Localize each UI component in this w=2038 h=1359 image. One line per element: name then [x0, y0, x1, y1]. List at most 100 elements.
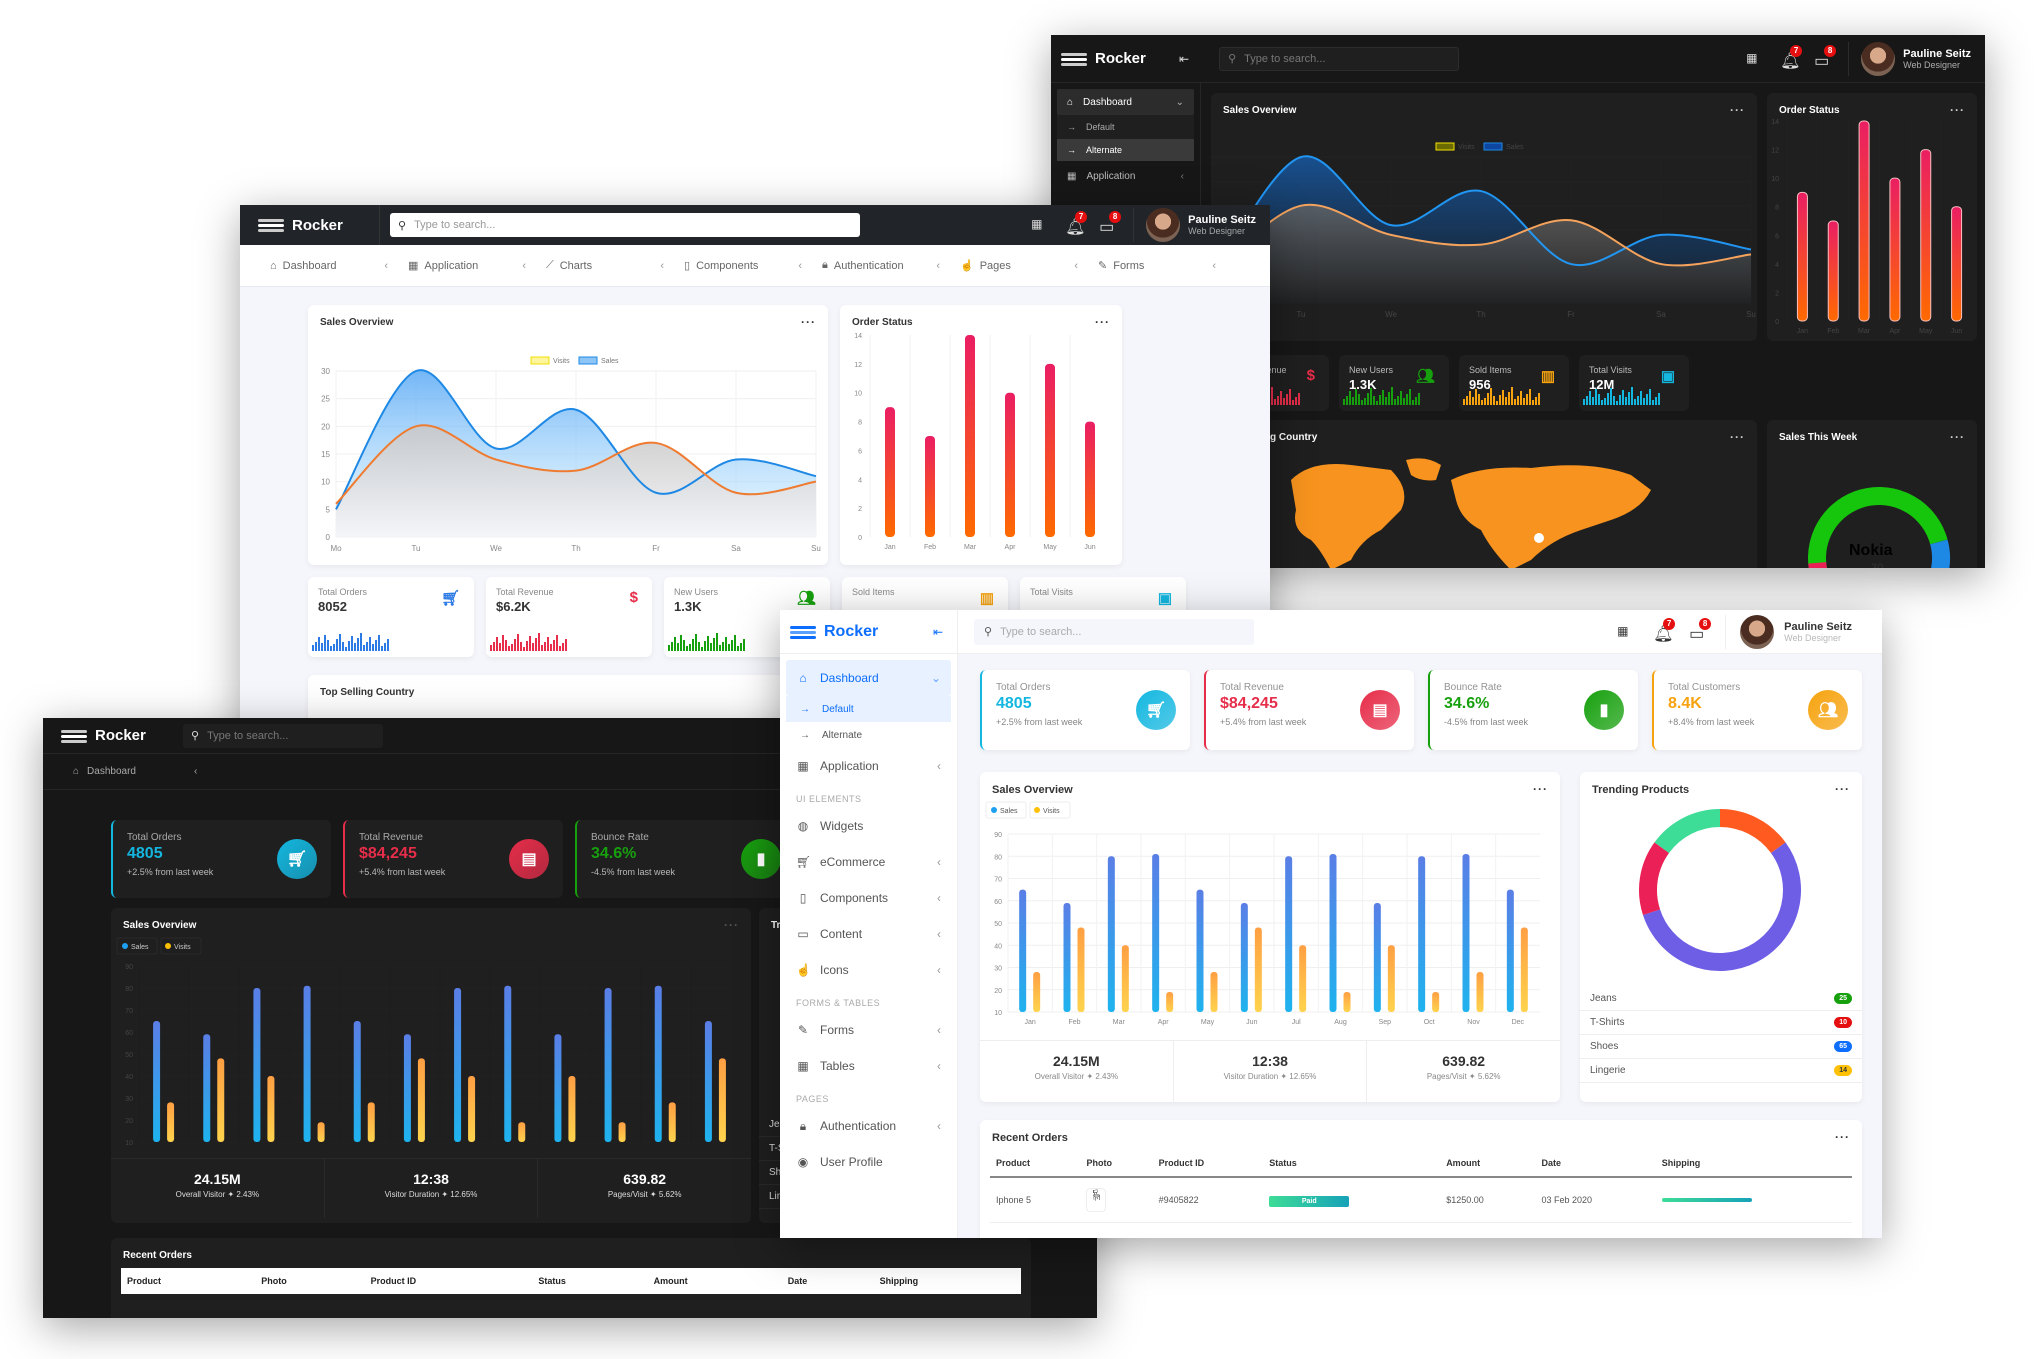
nav-item-components[interactable]: ▯ Components ‹ — [684, 259, 822, 273]
spark-bar — [490, 645, 492, 651]
y-tick-label: 90 — [994, 832, 1002, 839]
spark-bar — [1490, 388, 1492, 405]
sidebar-item-tables[interactable]: ▦ Tables ‹ — [786, 1048, 951, 1084]
sidebar-item-ecommerce[interactable]: 🛒︎ eCommerce ‹ — [786, 844, 951, 880]
cookie-icon: ◍ — [797, 819, 809, 833]
brand-logo[interactable]: Rocker — [1051, 50, 1171, 67]
collapse-sidebar-icon[interactable]: ⇤ — [933, 625, 943, 639]
spark-bar — [1583, 399, 1585, 405]
nav-item-forms[interactable]: ✎ Forms ‹ — [1098, 259, 1236, 273]
sidebar-item-authentication[interactable]: 🔒︎ Authentication ‹ — [786, 1108, 951, 1144]
spark-bar — [1508, 392, 1510, 405]
brand-logo[interactable]: Rocker — [43, 727, 153, 744]
sidebar-item-components[interactable]: ▯ Components ‹ — [786, 880, 951, 916]
list-item-label: Lingerie — [1590, 1065, 1626, 1076]
camera-icon: ▣ — [1157, 590, 1172, 607]
legend-dot-sales — [122, 943, 128, 949]
user-menu[interactable]: Pauline Seitz Web Designer — [1133, 208, 1256, 242]
sidebar-item-dashboard[interactable]: ⌂ Dashboard ⌄ — [1057, 89, 1194, 115]
sidebar-item-alternate[interactable]: → Alternate — [786, 722, 951, 748]
apps-grid-icon[interactable]: ▦ — [1746, 51, 1762, 67]
messages-icon[interactable]: ▭ 8 — [1099, 211, 1122, 236]
spark-bar — [1466, 396, 1468, 405]
chevron-left-icon: ‹ — [1180, 170, 1184, 182]
messages-icon[interactable]: ▭ 8 — [1689, 617, 1712, 643]
sidebar-item-forms[interactable]: ✎ Forms ‹ — [786, 1012, 951, 1048]
sidebar-item-alternate[interactable]: → Alternate — [1057, 139, 1194, 161]
apps-grid-icon[interactable]: ▦ — [1617, 624, 1633, 640]
spark-bar — [1487, 393, 1489, 405]
sidebar-item-dashboard[interactable]: ⌂ Dashboard ⌄ — [786, 660, 951, 696]
apps-grid-icon[interactable]: ▦ — [1031, 217, 1047, 233]
sidebar-item-default[interactable]: → Default — [1057, 115, 1194, 139]
bar-visits — [518, 1122, 526, 1142]
nav-item-authentication[interactable]: 🔒︎ Authentication ‹ — [822, 259, 960, 272]
sidebar-item-user-profile[interactable]: ◉ User Profile — [786, 1144, 951, 1180]
sidebar-item-application[interactable]: ▦ Application ‹ — [1057, 161, 1194, 191]
spark-bar — [1625, 397, 1627, 405]
spark-bar — [1382, 390, 1384, 405]
spark-bar — [719, 645, 721, 651]
spark-bar — [1517, 396, 1519, 405]
user-menu[interactable]: Pauline Seitz Web Designer — [1725, 614, 1852, 649]
x-tick-label: Jun — [1084, 544, 1095, 551]
y-tick-label: 15 — [321, 450, 330, 459]
notification-bell-icon[interactable]: 🔔︎ 7 — [1065, 211, 1088, 236]
spark-bar — [363, 645, 365, 651]
content-icon: ▭ — [797, 927, 809, 941]
brand-logo[interactable]: Rocker — [240, 205, 380, 245]
bar-sales — [303, 985, 311, 1142]
bar-sales — [1506, 889, 1514, 1012]
collapse-sidebar-icon[interactable]: ⇤ — [1179, 52, 1189, 66]
stat-card: Total Orders 4805 +2.5% from last week 🛒︎ — [111, 820, 331, 898]
sidebar-item-label: eCommerce — [820, 855, 886, 869]
nav-item-pages[interactable]: ☝ Pages ‹ — [960, 259, 1098, 273]
brand-logo[interactable]: Rocker — [790, 623, 878, 641]
nav-item-charts[interactable]: ⟋ Charts ‹ — [546, 259, 684, 272]
spark-bar — [1295, 397, 1297, 405]
search-input[interactable]: ⚲ Type to search... — [183, 723, 383, 748]
table-row[interactable]: Iphone 5 🪑︎ #9405822 Paid $1250.00 03 Feb 202… — [990, 1177, 1852, 1223]
nav-item-application[interactable]: ▦ Application ‹ — [408, 259, 546, 273]
donut-center-value: 30 — [1871, 562, 1884, 568]
sidebar-item-application[interactable]: ▦ Application ‹ — [786, 748, 951, 784]
top-selling-country-card: Top Selling Country ··· — [1211, 420, 1757, 568]
spark-bar — [1613, 396, 1615, 405]
sidebar-item-icons[interactable]: ☝ Icons ‹ — [786, 952, 951, 988]
stat-card: Total Revenue $84,245 +5.4% from last week… — [343, 820, 563, 898]
list-item: T-Shirts 10 — [1580, 1011, 1862, 1035]
more-options-icon[interactable]: ··· — [1835, 1130, 1850, 1144]
spark-bar — [1589, 391, 1591, 405]
nav-dashboard[interactable]: Dashboard — [87, 766, 136, 777]
messages-icon[interactable]: ▭ 8 — [1814, 44, 1837, 70]
user-menu[interactable]: Pauline Seitz Web Designer — [1848, 41, 1971, 76]
spark-bar — [312, 645, 314, 651]
nav-item-dashboard[interactable]: ⌂ Dashboard ‹ — [270, 260, 408, 272]
logo-icon — [1061, 51, 1087, 67]
spark-bar — [562, 643, 564, 651]
sidebar-item-content[interactable]: ▭ Content ‹ — [786, 916, 951, 952]
spark-bar — [1499, 395, 1501, 405]
bar-sales — [1063, 902, 1071, 1012]
search-input[interactable]: ⚲ Type to search... — [1219, 46, 1460, 71]
notification-bell-icon[interactable]: 🔔︎ 7 — [1780, 44, 1803, 70]
list-item: Lingerie 14 — [1580, 1059, 1862, 1083]
spark-bar — [698, 642, 700, 651]
y-tick-label: 5 — [326, 505, 331, 514]
bar-visits — [1343, 991, 1351, 1012]
notification-bell-icon[interactable]: 🔔︎ 7 — [1653, 617, 1676, 643]
sidebar-item-widgets[interactable]: ◍ Widgets — [786, 808, 951, 844]
sidebar-item-default[interactable]: → Default — [786, 696, 951, 722]
header: Rocker ⚲ Type to search... ▦ 🔔︎ 7 ▭ 8 Paul… — [240, 205, 1270, 245]
sidebar: Rocker ⇤ ⌂ Dashboard ⌄ → Default → Alternate ▦ A… — [780, 610, 958, 1238]
summary-value: 12:38 — [413, 1171, 449, 1187]
x-tick-label: Jun — [1951, 328, 1962, 335]
summary-value: 24.15M — [1052, 1053, 1100, 1069]
search-icon: ⚲ — [398, 219, 407, 232]
bar-visits — [618, 1122, 626, 1142]
y-tick-label: 40 — [994, 943, 1002, 950]
search-input[interactable]: ⚲ Type to search... — [390, 213, 860, 237]
legend-swatch-visits — [1435, 142, 1455, 151]
search-input[interactable]: ⚲ Type to search... — [974, 618, 1254, 645]
summary-row: 24.15M Overall Visitor ✦ 2.43% 12:38 Visito… — [111, 1158, 751, 1218]
